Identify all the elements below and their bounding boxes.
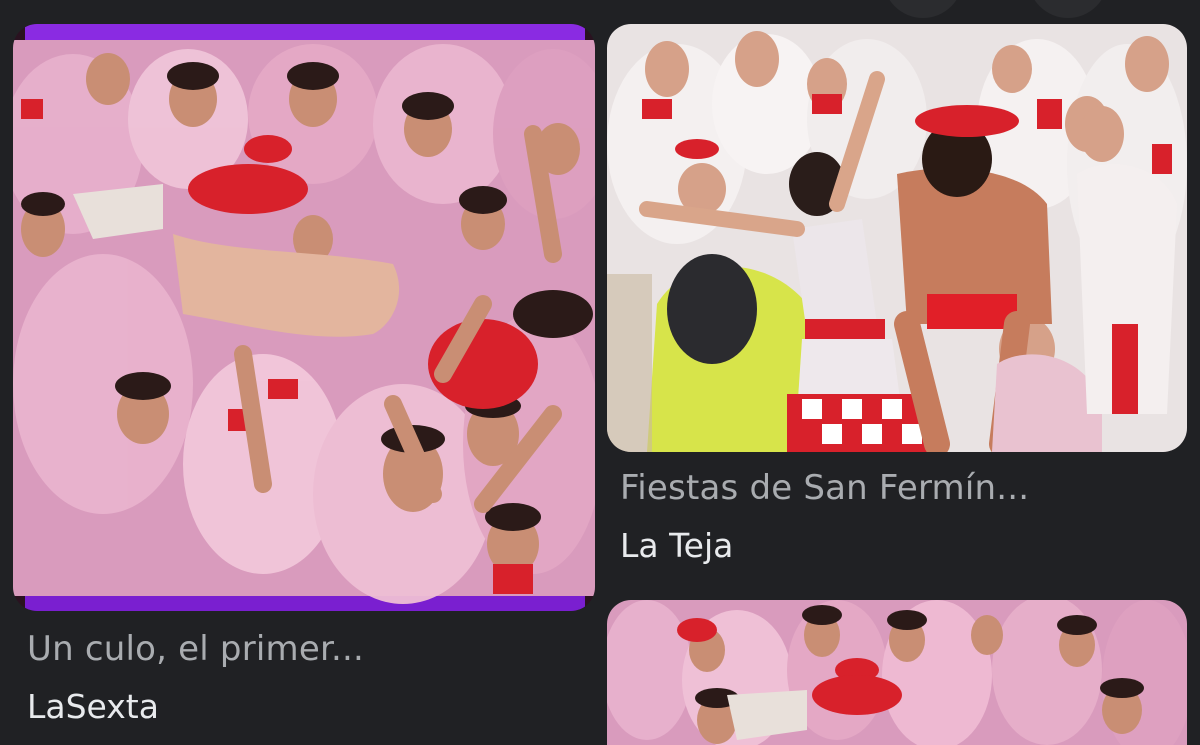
result-title[interactable]: Un culo, el primer... <box>27 629 364 669</box>
result-thumbnail[interactable] <box>607 24 1187 452</box>
result-thumbnail[interactable] <box>13 24 595 611</box>
result-source[interactable]: LaSexta <box>27 687 159 726</box>
image-result-card[interactable] <box>600 600 1200 745</box>
crowd-photo-3 <box>607 600 1187 745</box>
result-thumbnail[interactable] <box>607 600 1187 745</box>
image-result-card[interactable]: Un culo, el primer... LaSexta <box>0 0 600 745</box>
result-title[interactable]: Fiestas de San Fermín... <box>620 468 1029 508</box>
image-results-page: Un culo, el primer... LaSexta Fiestas de… <box>0 0 1200 745</box>
result-source[interactable]: La Teja <box>620 526 733 565</box>
image-result-card[interactable]: Fiestas de San Fermín... La Teja <box>600 0 1200 600</box>
crowd-photo-2 <box>607 24 1187 452</box>
crowd-photo-1 <box>13 24 595 611</box>
